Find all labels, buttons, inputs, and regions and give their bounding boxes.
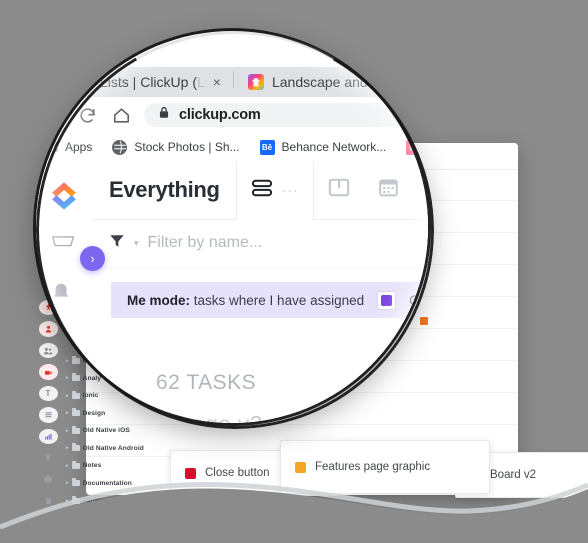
list-item-label: Product [82,514,109,522]
clickup-favicon [76,74,92,90]
clickup-logo[interactable] [47,179,81,213]
bookmark-invision[interactable]: in [396,139,428,155]
folder-icon [71,425,80,434]
chevron-right-icon[interactable]: ▸ [66,428,69,434]
list-card-features-page-graphic[interactable]: Features page graphic [280,440,490,494]
filter-input[interactable]: Filter by name... [148,234,263,252]
folder-icon [71,460,80,469]
bookmark-stock-photos-label: Stock Photos | Sh... [134,140,240,154]
folder-icon [71,495,80,504]
home-icon[interactable] [104,106,138,125]
browser-tab-2-title: Landscape and s [271,74,379,90]
calendar-view-icon [378,177,399,203]
globe-icon [112,139,128,155]
close-icon[interactable]: × [387,75,395,89]
app-sidebar [36,161,92,423]
page-title: Everything [109,177,220,202]
view-overflow-icon[interactable]: ··· [282,183,300,198]
lock-icon [158,106,170,124]
tab-divider [232,70,234,88]
list-item-label: Documentation [82,479,132,487]
list-item[interactable]: ▸ Notes [66,457,186,475]
clickup-app: › Everything ··· ▾ Filter by name... Me … [36,160,428,423]
notifications-icon[interactable] [50,281,76,301]
me-mode-text: Me mode: tasks where I have assigned [127,292,365,308]
background-faint-text [182,475,184,481]
bookmark-behance[interactable]: Bē Behance Network... [250,139,397,155]
chevron-right-icon[interactable]: ▸ [66,445,69,451]
address-bar[interactable]: clickup.com [144,103,418,127]
invision-icon: in [406,139,422,155]
inbox-icon[interactable] [50,233,76,253]
list-card-label: Features page graphic [315,461,431,473]
app-main: Everything ··· ▾ Filter by name... Me mo… [91,160,428,423]
board-view-icon [328,177,350,203]
list-item[interactable]: ▸ Jorgen [66,492,186,510]
chevron-right-icon[interactable]: ▸ [66,498,69,504]
list-item[interactable]: ▸ Documentation [66,475,186,493]
list-item-label: Old Native iOS [82,427,130,435]
bookmark-stock-photos[interactable]: Stock Photos | Sh... [102,139,249,155]
close-icon[interactable]: × [213,75,221,89]
list-item[interactable]: ▸ Old Native iOS [66,422,186,440]
view-tabs: Everything ··· [91,160,428,221]
folder-icon [71,478,80,487]
people-view-icon [427,178,428,203]
address-bar-url: clickup.com [179,107,261,123]
magnified-content: Lists | ClickUp (L × Landscape and s × c… [36,31,428,423]
list-view-icon [251,178,273,203]
me-mode-checkbox[interactable] [377,290,397,310]
tab-board-view[interactable] [314,161,364,219]
behance-icon: Bē [259,139,275,155]
tab-list-view[interactable]: ··· [235,160,315,221]
forward-icon[interactable] [36,106,70,125]
avatar-icon[interactable] [39,515,58,530]
list-item[interactable]: ▸ Product [66,510,186,528]
filter-bar: ▾ Filter by name... [91,219,428,268]
me-mode-banner: Me mode: tasks where I have assigned Com… [111,282,428,318]
chevron-right-icon[interactable]: ▸ [66,515,69,521]
filter-funnel-icon[interactable] [109,233,125,254]
browser-tab-2[interactable]: Landscape and s × [240,67,403,97]
list-item-label: Jorgen [82,497,106,505]
list-item[interactable]: ▸ Old Native Android [66,440,186,458]
list-card-label: Board v2 [490,469,537,481]
me-mode-comments-label: Comme [409,292,428,308]
bookmark-behance-label: Behance Network... [281,140,387,154]
bookmark-apps[interactable]: Apps [38,140,102,154]
folder-icon [71,443,80,452]
bar-chart-icon[interactable] [38,428,58,445]
chevron-right-icon[interactable]: ▸ [66,480,69,486]
list-item-label: Old Native Android [82,444,144,452]
apps-grid-icon [48,142,58,152]
list-item-label: Notes [82,462,102,470]
tab-people-view[interactable]: People [413,161,428,219]
folder-icon [71,513,80,522]
screenshot-stage: Box Gantt Calendar + ...eird [0,0,588,543]
briefcase-icon[interactable] [39,472,58,487]
browser-tabstrip: Lists | ClickUp (L × Landscape and s × [36,67,428,97]
reload-icon[interactable] [70,106,104,125]
color-swatch [295,461,306,473]
bookmarks-bar: Apps Stock Photos | Sh... Bē Behance Net… [36,133,428,162]
color-swatch [185,467,196,479]
trophy-icon[interactable] [39,450,58,465]
browser-tab-1[interactable]: Lists | ClickUp (L × [36,67,229,97]
trash-icon[interactable] [39,493,58,508]
bookmark-apps-label: Apps [65,140,93,154]
tab-calendar-view[interactable] [364,161,413,219]
browser-tab-1-title: Lists | ClickUp (L [100,74,205,90]
sidebar-toggle-button[interactable]: › [80,246,105,271]
list-card-label: Close button [205,467,270,479]
browser-toolbar: clickup.com [36,97,428,133]
clickup-favicon [247,74,264,90]
magnifier-lens: Lists | ClickUp (L × Landscape and s × c… [36,31,428,423]
chevron-right-icon[interactable]: ▸ [66,463,69,469]
chevron-down-icon[interactable]: ▾ [134,238,139,249]
